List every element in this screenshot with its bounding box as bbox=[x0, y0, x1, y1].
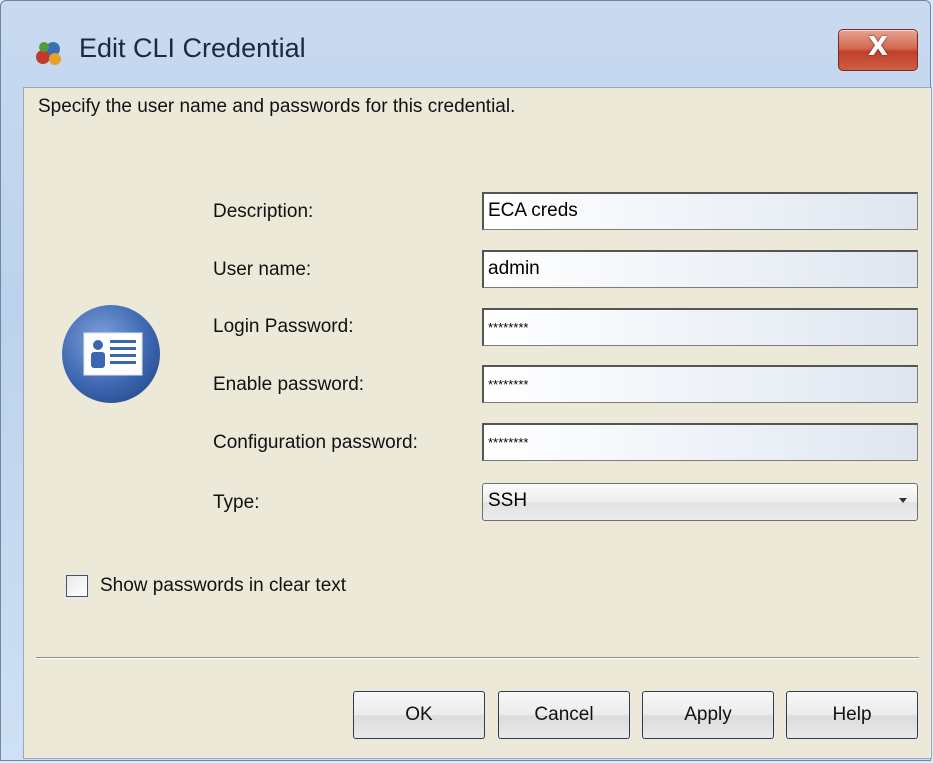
cancel-button[interactable]: Cancel bbox=[498, 691, 630, 739]
type-label: Type: bbox=[213, 492, 260, 513]
enable-password-label: Enable password: bbox=[213, 374, 365, 395]
dialog-window: Edit CLI Credential X Specify the user n… bbox=[0, 0, 932, 761]
enable-password-field[interactable]: ******** bbox=[482, 365, 918, 403]
apply-button[interactable]: Apply bbox=[642, 691, 774, 739]
configuration-password-label: Configuration password: bbox=[213, 432, 418, 453]
window-title: Edit CLI Credential bbox=[79, 33, 306, 63]
login-password-label: Login Password: bbox=[213, 316, 354, 337]
configuration-password-field[interactable]: ******** bbox=[482, 423, 918, 461]
dialog-client-area: Specify the user name and passwords for … bbox=[23, 87, 932, 759]
title-bar[interactable]: Edit CLI Credential X bbox=[1, 1, 930, 87]
username-label: User name: bbox=[213, 259, 312, 280]
instruction-text: Specify the user name and passwords for … bbox=[38, 96, 516, 117]
show-passwords-checkbox[interactable] bbox=[66, 575, 88, 597]
chevron-down-icon[interactable] bbox=[899, 498, 907, 503]
login-password-field[interactable]: ******** bbox=[482, 308, 918, 346]
close-icon: X bbox=[867, 32, 889, 62]
description-label: Description: bbox=[213, 201, 314, 222]
show-passwords-label[interactable]: Show passwords in clear text bbox=[100, 575, 346, 597]
description-field[interactable]: ECA creds bbox=[482, 192, 918, 230]
type-select[interactable]: SSH bbox=[482, 483, 918, 521]
divider bbox=[36, 657, 919, 659]
type-selected-value: SSH bbox=[488, 490, 528, 511]
close-button[interactable]: X bbox=[838, 29, 918, 71]
ok-button[interactable]: OK bbox=[353, 691, 485, 739]
help-button[interactable]: Help bbox=[786, 691, 918, 739]
username-field[interactable]: admin bbox=[482, 250, 918, 288]
app-icon bbox=[36, 42, 61, 65]
credential-card-icon bbox=[62, 305, 160, 403]
